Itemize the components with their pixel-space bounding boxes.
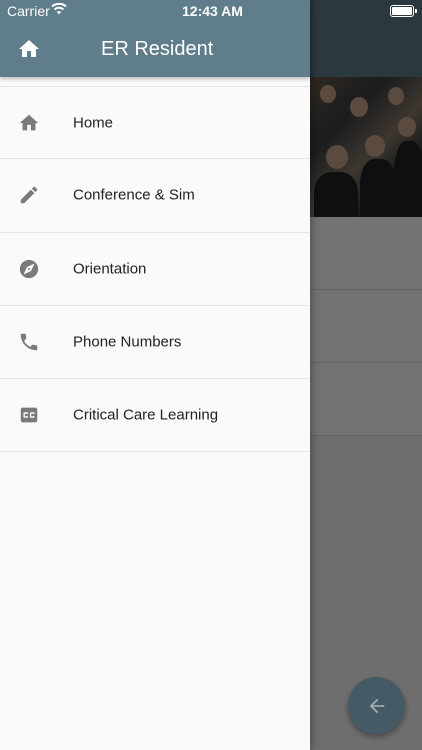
menu-item-critical-care-learning[interactable]: Critical Care Learning (0, 379, 310, 453)
menu-item-label: Home (73, 114, 114, 132)
menu-item-label: Orientation (73, 260, 147, 278)
app-title: ER Resident (101, 38, 214, 60)
menu-item-conference-sim[interactable]: Conference & Sim (0, 159, 310, 233)
menu-item-label: Critical Care Learning (73, 406, 219, 424)
menu-item-phone-numbers[interactable]: Phone Numbers (0, 306, 310, 380)
menu-item-label: Conference & Sim (73, 186, 195, 204)
battery-icon (390, 5, 417, 17)
home-icon[interactable] (17, 37, 41, 61)
home-icon (19, 114, 39, 130)
menu-item-home[interactable]: Home (0, 86, 310, 160)
drawer-menu: Home Conference & Sim Orientation Phone … (0, 86, 310, 453)
compass-icon (19, 259, 39, 278)
pencil-icon (20, 187, 38, 204)
back-fab-button[interactable] (348, 677, 405, 734)
menu-item-orientation[interactable]: Orientation (0, 233, 310, 306)
closed-caption-icon (20, 407, 38, 423)
phone-icon (20, 333, 38, 351)
navigation-drawer: ER Resident Home Conference & Sim Orient… (0, 0, 310, 750)
status-bar: Carrier 12:43 AM (0, 0, 422, 22)
clock-time: 12:43 AM (182, 3, 243, 19)
carrier-label: Carrier (7, 3, 50, 19)
wifi-icon (51, 3, 67, 15)
menu-item-label: Phone Numbers (73, 333, 182, 351)
arrow-back-icon (369, 698, 384, 713)
